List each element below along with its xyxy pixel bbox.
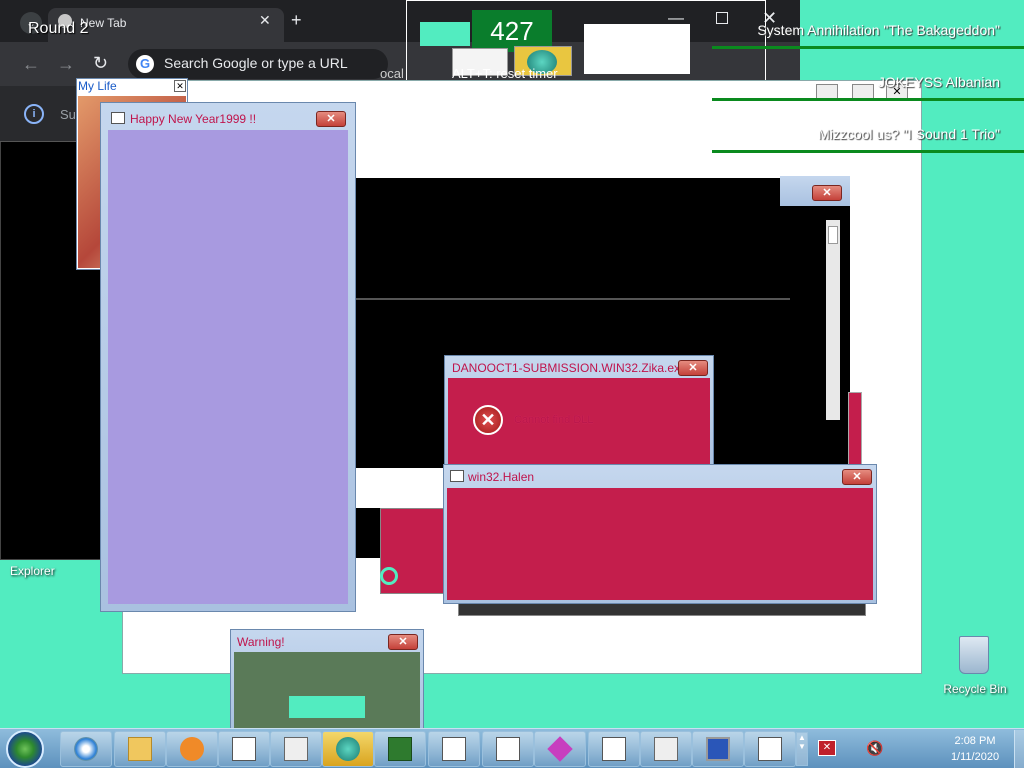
overlay-block bbox=[420, 22, 470, 46]
program-icon bbox=[232, 737, 256, 761]
my-life-title: My Life bbox=[78, 79, 117, 93]
taskbar-scroll-icon[interactable]: ▲ ▼ bbox=[796, 732, 808, 766]
show-desktop-button[interactable] bbox=[1014, 730, 1024, 768]
taskbar-excel-button[interactable] bbox=[374, 731, 426, 767]
google-icon: G bbox=[136, 55, 154, 73]
start-button[interactable] bbox=[6, 730, 44, 768]
notepad-icon bbox=[442, 737, 466, 761]
notepad-icon bbox=[758, 737, 782, 761]
recycle-bin-label[interactable]: Recycle Bin bbox=[940, 682, 1010, 696]
alt-hint: ALT+T: reset timer bbox=[452, 66, 558, 81]
forward-arrow-icon[interactable]: → bbox=[57, 54, 75, 75]
back-arrow-icon[interactable]: ← bbox=[22, 54, 40, 75]
white-fragment bbox=[356, 468, 380, 478]
folder-icon bbox=[654, 737, 678, 761]
recycle-bin-icon[interactable] bbox=[956, 632, 992, 678]
taskbar-setup-button[interactable] bbox=[322, 731, 374, 767]
omnibox-placeholder: Search Google or type a URL bbox=[164, 55, 348, 71]
halen-close-icon[interactable]: ✕ bbox=[842, 469, 872, 485]
song-line bbox=[712, 150, 1024, 153]
taskbar-notepad-button-4[interactable] bbox=[744, 731, 796, 767]
folder-icon bbox=[128, 737, 152, 761]
overlay-white-block bbox=[584, 24, 690, 74]
divider bbox=[356, 298, 790, 300]
virus-icon bbox=[547, 736, 573, 762]
taskbar-notepad-button-2[interactable] bbox=[482, 731, 534, 767]
my-life-close-icon[interactable]: ✕ bbox=[174, 80, 186, 92]
taskbar-computer-button[interactable] bbox=[692, 731, 744, 767]
taskbar-notepad-button-3[interactable] bbox=[588, 731, 640, 767]
info-icon: i bbox=[24, 104, 44, 124]
dano-close-icon[interactable]: ✕ bbox=[678, 360, 708, 376]
song-3: Mizzcool us? "I Sound 1 Trio" bbox=[818, 126, 1000, 142]
red-edge bbox=[848, 392, 862, 466]
volume-muted-icon[interactable]: 🔇 bbox=[866, 740, 883, 757]
round-label: Round 2 bbox=[28, 20, 89, 37]
taskbar-clock[interactable]: 2:08 PM 1/11/2020 bbox=[940, 733, 1010, 765]
window-icon bbox=[450, 470, 464, 482]
warning-close-icon[interactable]: ✕ bbox=[388, 634, 418, 650]
new-tab-button[interactable]: + bbox=[291, 10, 302, 31]
omnibox-input[interactable]: Search Google or type a URL bbox=[128, 49, 388, 79]
ie-icon bbox=[74, 737, 98, 761]
busy-cursor-icon bbox=[380, 567, 398, 585]
taskbar-program-button[interactable] bbox=[218, 731, 270, 767]
tab-close-icon[interactable]: ✕ bbox=[259, 12, 271, 29]
reload-icon[interactable]: ↻ bbox=[93, 53, 108, 74]
halen-title: win32.Halen bbox=[468, 470, 535, 484]
taskbar-ie-button[interactable] bbox=[60, 731, 112, 767]
happy-new-year-title: Happy New Year1999 !! bbox=[130, 112, 257, 126]
excel-icon bbox=[388, 737, 412, 761]
folder-icon bbox=[284, 737, 308, 761]
song-1: System Annihilation "The Bakageddon" bbox=[757, 22, 1000, 38]
clock-time: 2:08 PM bbox=[954, 735, 996, 747]
clock-date: 1/11/2020 bbox=[950, 751, 1000, 763]
halen-body bbox=[447, 488, 873, 600]
taskbar-folder-button-2[interactable] bbox=[270, 731, 322, 767]
window-icon bbox=[111, 112, 125, 124]
taskbar-folder-button-3[interactable] bbox=[640, 731, 692, 767]
notepad-icon bbox=[602, 737, 626, 761]
setup-icon bbox=[336, 737, 360, 761]
notepad-icon bbox=[496, 737, 520, 761]
song-line bbox=[712, 46, 1024, 49]
scrollbar-thumb[interactable] bbox=[828, 226, 838, 244]
infobar-text: Su bbox=[60, 107, 76, 122]
taskbar-notepad-button[interactable] bbox=[428, 731, 480, 767]
warning-title: Warning! bbox=[237, 635, 285, 649]
taskbar-folder-button[interactable] bbox=[114, 731, 166, 767]
scrollbar[interactable] bbox=[826, 220, 840, 420]
error-icon: ✕ bbox=[473, 405, 503, 435]
media-icon bbox=[180, 737, 204, 761]
taskbar-virus-button[interactable] bbox=[534, 731, 586, 767]
happy-new-year-close-icon[interactable]: ✕ bbox=[316, 111, 346, 127]
song-line bbox=[712, 98, 1024, 101]
song-2: JOKEYSS Albanian bbox=[877, 74, 1000, 90]
happy-new-year-body bbox=[108, 130, 348, 604]
network-error-icon[interactable]: ✕ bbox=[818, 740, 836, 756]
warning-button[interactable] bbox=[289, 696, 365, 718]
dano-title: DANOOCT1-SUBMISSION.WIN32.Zika.exe bbox=[452, 361, 687, 375]
explorer-desktop-label[interactable]: Explorer bbox=[10, 564, 55, 578]
black-panel-close-icon[interactable]: ✕ bbox=[812, 185, 842, 201]
taskbar-media-button[interactable] bbox=[166, 731, 218, 767]
omnibox-fragment: ocal bbox=[380, 66, 404, 81]
computer-icon bbox=[706, 737, 730, 761]
dano-message: Cannot find DLL bbox=[514, 414, 594, 426]
